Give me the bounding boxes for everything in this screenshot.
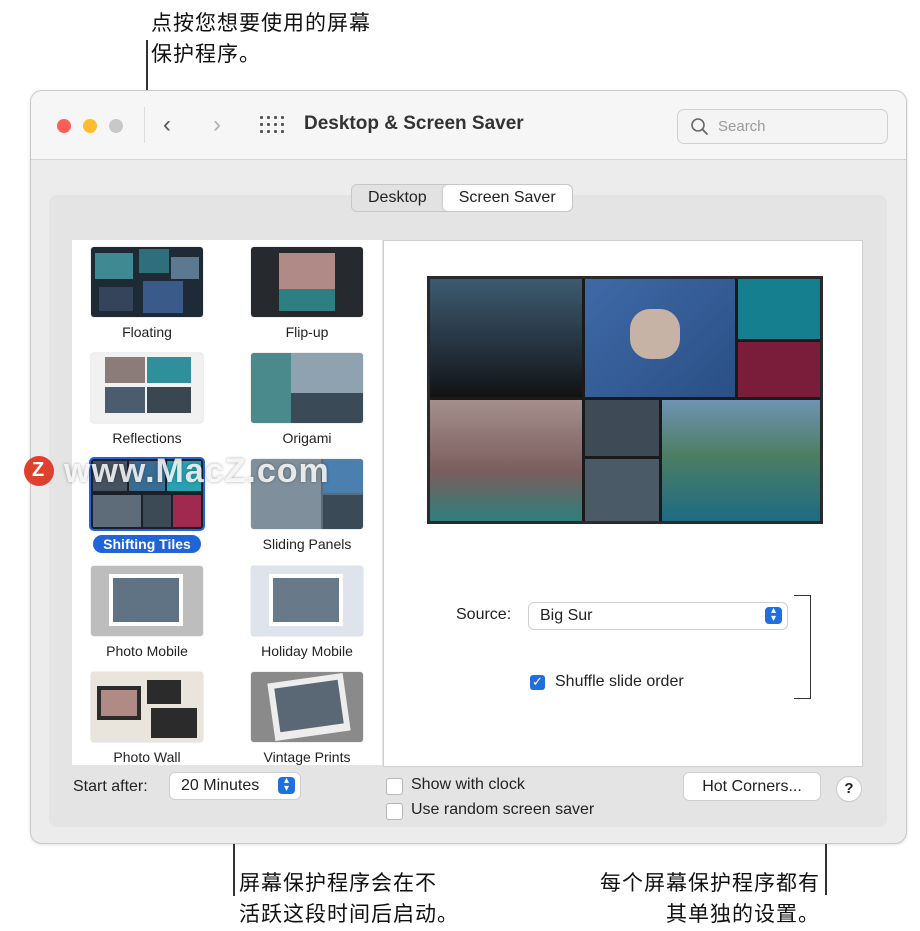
back-button[interactable]: ‹	[163, 111, 171, 139]
search-input[interactable]: Search	[718, 118, 766, 135]
close-button[interactable]	[57, 119, 71, 133]
source-popup[interactable]: Big Sur ▴ ▾	[528, 602, 788, 630]
popup-stepper-icon: ▴ ▾	[765, 606, 782, 624]
saver-name: Photo Wall	[113, 749, 181, 765]
callout-bottom-left-line1: 屏幕保护程序会在不	[239, 872, 437, 895]
start-after-label: Start after:	[73, 778, 148, 795]
callout-bottom-right-line1: 每个屏幕保护程序都有	[600, 872, 820, 895]
saver-item-vintage-prints[interactable]: Vintage Prints	[232, 672, 382, 765]
saver-thumbnail	[91, 353, 203, 423]
zoom-button[interactable]	[109, 119, 123, 133]
random-saver-label: Use random screen saver	[411, 801, 595, 818]
callout-top-line2: 保护程序。	[151, 43, 261, 66]
watermark-text: www.MacZ.com	[64, 452, 330, 490]
saver-thumbnail	[251, 353, 363, 423]
saver-name: Sliding Panels	[262, 536, 352, 552]
saver-item-floating[interactable]: Floating	[72, 247, 222, 342]
start-after-value: 20 Minutes	[181, 777, 260, 794]
callout-bottom-left: 屏幕保护程序会在不 活跃这段时间后启动。	[239, 868, 459, 930]
saver-name: Vintage Prints	[263, 749, 351, 765]
saver-name: Holiday Mobile	[261, 643, 353, 659]
start-after-popup[interactable]: 20 Minutes ▴ ▾	[169, 772, 301, 800]
saver-thumbnail	[91, 566, 203, 636]
saver-item-photo-wall[interactable]: Photo Wall	[72, 672, 222, 765]
source-label: Source:	[456, 606, 512, 623]
saver-name: Flip-up	[285, 324, 329, 340]
watermark-logo: Z	[24, 456, 54, 486]
search-field[interactable]: Search	[677, 109, 888, 144]
saver-item-photo-mobile[interactable]: Photo Mobile	[72, 566, 222, 661]
callout-top-line1: 点按您想要使用的屏幕	[151, 12, 371, 35]
popup-stepper-icon: ▴ ▾	[278, 776, 295, 794]
callout-top: 点按您想要使用的屏幕 保护程序。	[151, 8, 371, 70]
saver-item-origami[interactable]: Origami	[232, 353, 382, 448]
saver-name: Origami	[282, 430, 332, 446]
saver-name: Floating	[122, 324, 172, 340]
minimize-button[interactable]	[83, 119, 97, 133]
show-clock-checkbox[interactable]	[386, 778, 403, 795]
tab-bar: Desktop Screen Saver	[351, 184, 573, 212]
saver-name: Photo Mobile	[106, 643, 188, 659]
saver-name: Reflections	[112, 430, 182, 446]
callout-bottom-right: 每个屏幕保护程序都有 其单独的设置。	[560, 868, 820, 930]
chevron-right-icon: ›	[213, 111, 221, 138]
window-title: Desktop & Screen Saver	[304, 113, 524, 134]
shuffle-label: Shuffle slide order	[555, 673, 684, 690]
hot-corners-button[interactable]: Hot Corners...	[683, 772, 821, 801]
screen-saver-list[interactable]: Floating Flip-up Reflections Origami Shi…	[72, 240, 382, 765]
screen-saver-preview	[427, 276, 823, 524]
callout-bottom-left-line2: 活跃这段时间后启动。	[239, 903, 459, 926]
titlebar-divider	[144, 107, 145, 143]
shuffle-checkbox[interactable]: ✓	[530, 674, 545, 690]
saver-thumbnail	[251, 247, 363, 317]
saver-item-flip-up[interactable]: Flip-up	[232, 247, 382, 342]
search-icon	[691, 118, 708, 135]
saver-name: Shifting Tiles	[93, 535, 201, 553]
title-bar: ‹ › Desktop & Screen Saver Search	[31, 91, 906, 160]
chevron-left-icon: ‹	[163, 111, 171, 138]
forward-button[interactable]: ›	[213, 111, 221, 139]
saver-thumbnail	[251, 566, 363, 636]
saver-thumbnail	[91, 247, 203, 317]
tab-desktop[interactable]: Desktop	[352, 185, 443, 211]
checkmark-icon: ✓	[532, 674, 543, 689]
grid-icon[interactable]	[260, 116, 284, 134]
saver-item-holiday-mobile[interactable]: Holiday Mobile	[232, 566, 382, 661]
saver-item-reflections[interactable]: Reflections	[72, 353, 222, 448]
tab-screen-saver[interactable]: Screen Saver	[442, 185, 572, 211]
help-button[interactable]: ?	[836, 776, 862, 802]
options-bracket	[794, 595, 811, 699]
saver-thumbnail	[91, 672, 203, 742]
show-clock-label: Show with clock	[411, 776, 525, 793]
random-saver-checkbox[interactable]	[386, 803, 403, 820]
saver-thumbnail	[251, 672, 363, 742]
source-value: Big Sur	[540, 607, 593, 624]
callout-bottom-right-line2: 其单独的设置。	[666, 903, 820, 926]
